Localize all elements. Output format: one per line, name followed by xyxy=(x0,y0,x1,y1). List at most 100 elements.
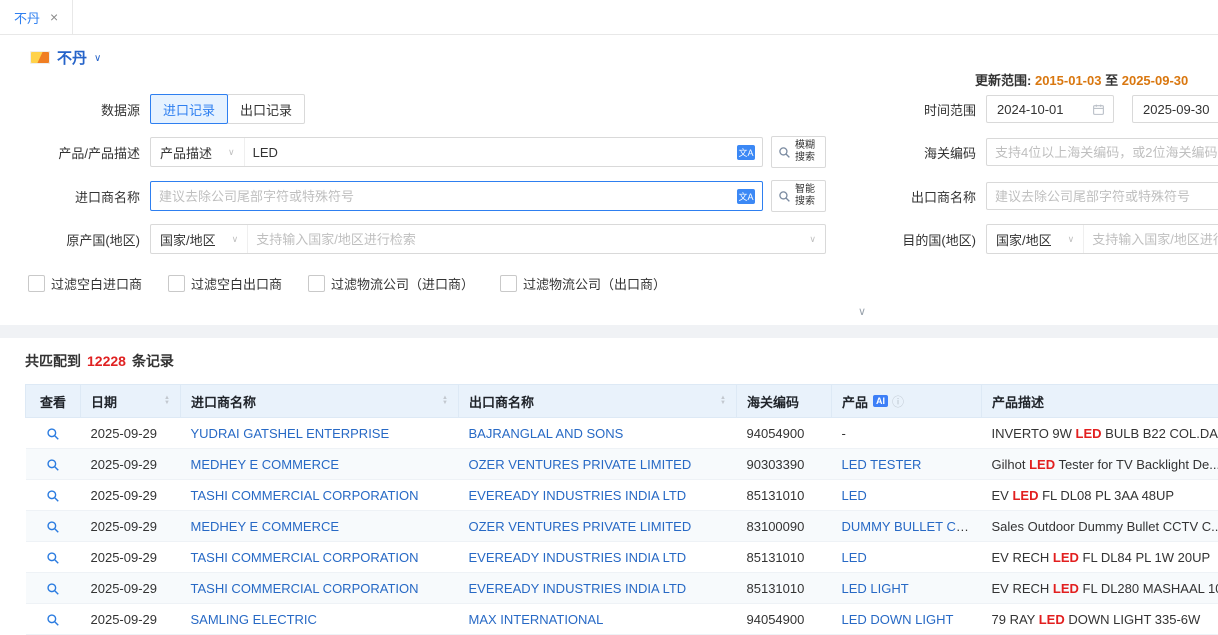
checkbox-icon[interactable] xyxy=(168,275,185,292)
smart-search-button[interactable]: 智能搜索 xyxy=(771,180,826,212)
cell-importer: TASHI COMMERCIAL CORPORATION xyxy=(181,542,459,573)
destination-combo: 国家/地区 ∨ xyxy=(986,224,1218,254)
view-row-button[interactable] xyxy=(46,613,60,627)
date-from-box[interactable] xyxy=(986,95,1114,123)
exporter-link[interactable]: EVEREADY INDUSTRIES INDIA LTD xyxy=(469,488,687,503)
product-link[interactable]: LED xyxy=(842,488,867,503)
origin-type-select[interactable]: 国家/地区 ∨ xyxy=(151,225,248,253)
filter-row-1: 数据源 进口记录 出口记录 时间范围 xyxy=(0,94,1218,124)
exporter-link[interactable]: EVEREADY INDUSTRIES INDIA LTD xyxy=(469,550,687,565)
cell-exporter: EVEREADY INDUSTRIES INDIA LTD xyxy=(459,542,737,573)
filter-logistics-exporter-checkbox[interactable]: 过滤物流公司（出口商） xyxy=(500,274,666,293)
exporter-name-input[interactable] xyxy=(986,182,1218,210)
col-label: 产品描述 xyxy=(992,395,1044,410)
sort-icons[interactable]: ▲▼ xyxy=(164,396,170,407)
importer-name-input[interactable] xyxy=(151,189,737,204)
exporter-link[interactable]: MAX INTERNATIONAL xyxy=(469,612,604,627)
view-row-button[interactable] xyxy=(46,551,60,565)
bhutan-flag-icon xyxy=(30,51,50,64)
product-link[interactable]: LED LIGHT xyxy=(842,581,909,596)
cell-date: 2025-09-29 xyxy=(81,542,181,573)
tab-close-icon[interactable]: × xyxy=(50,10,58,24)
importer-combo: 文A xyxy=(150,181,763,211)
exporter-link[interactable]: OZER VENTURES PRIVATE LIMITED xyxy=(469,519,692,534)
importer-link[interactable]: TASHI COMMERCIAL CORPORATION xyxy=(191,550,419,565)
importer-link[interactable]: YUDRAI GATSHEL ENTERPRISE xyxy=(191,426,390,441)
description-post: FL DL84 PL 1W 20UP xyxy=(1079,550,1210,565)
filter-row-2: 产品/产品描述 产品描述 ∨ 文A 模糊搜索 海关编码 xyxy=(0,136,1218,168)
translate-icon[interactable]: 文A xyxy=(737,189,755,204)
data-source-toggle-group: 进口记录 出口记录 xyxy=(150,94,826,124)
exporter-link[interactable]: BAJRANGLAL AND SONS xyxy=(469,426,624,441)
fuzzy-search-button[interactable]: 模糊搜索 xyxy=(771,136,826,168)
filter-blank-importer-checkbox[interactable]: 过滤空白进口商 xyxy=(28,274,142,293)
view-row-button[interactable] xyxy=(46,427,60,441)
checkbox-icon[interactable] xyxy=(28,275,45,292)
description-pre: INVERTO 9W xyxy=(992,426,1076,441)
importer-link[interactable]: MEDHEY E COMMERCE xyxy=(191,457,340,472)
update-range-to: 2025-09-30 xyxy=(1122,73,1189,88)
checkbox-icon[interactable] xyxy=(308,275,325,292)
update-range-label: 更新范围: xyxy=(975,73,1031,88)
description-pre: Sales Outdoor Dummy Bullet CCTV C... xyxy=(992,519,1218,534)
importer-link[interactable]: MEDHEY E COMMERCE xyxy=(191,519,340,534)
product-link[interactable]: LED xyxy=(842,550,867,565)
magnifier-icon xyxy=(46,613,60,627)
product-link[interactable]: LED DOWN LIGHT xyxy=(842,612,954,627)
filter-logistics-importer-checkbox[interactable]: 过滤物流公司（进口商） xyxy=(308,274,474,293)
description-highlight: LED xyxy=(1053,550,1079,565)
product-link[interactable]: DUMMY BULLET CCTV... xyxy=(842,519,982,534)
customs-code-input[interactable] xyxy=(986,138,1218,166)
col-label: 查看 xyxy=(40,395,66,410)
destination-type-select[interactable]: 国家/地区 ∨ xyxy=(987,225,1084,253)
translate-icon[interactable]: 文A xyxy=(737,145,755,160)
cell-description: EV LED FL DL08 PL 3AA 48UP xyxy=(982,480,1218,511)
checkbox-label: 过滤空白进口商 xyxy=(51,274,142,293)
filter-checkboxes: 过滤空白进口商 过滤空白出口商 过滤物流公司（进口商） 过滤物流公司（出口商） xyxy=(28,274,1218,293)
description-post: FL DL08 PL 3AA 48UP xyxy=(1038,488,1174,503)
sort-desc-icon[interactable]: ▼ xyxy=(720,401,726,406)
collapse-panel-button[interactable]: ∨ xyxy=(838,303,886,319)
sort-desc-icon[interactable]: ▼ xyxy=(442,401,448,406)
exporter-link[interactable]: OZER VENTURES PRIVATE LIMITED xyxy=(469,457,692,472)
magnifier-icon xyxy=(46,489,60,503)
description-post: Tester for TV Backlight De... xyxy=(1055,457,1218,472)
export-records-toggle[interactable]: 出口记录 xyxy=(227,94,305,124)
ai-badge: AI xyxy=(873,395,888,407)
exporter-field xyxy=(986,182,1218,210)
description-highlight: LED xyxy=(1039,612,1065,627)
country-chevron-down-icon[interactable]: ∨ xyxy=(94,53,101,64)
sort-icons[interactable]: ▲▼ xyxy=(720,396,726,407)
col-label: 产品 xyxy=(842,392,868,411)
magnifier-icon xyxy=(46,551,60,565)
view-row-button[interactable] xyxy=(46,458,60,472)
date-from-input[interactable] xyxy=(995,101,1086,118)
col-exporter[interactable]: 出口商名称 ▲▼ xyxy=(459,385,737,418)
filter-blank-exporter-checkbox[interactable]: 过滤空白出口商 xyxy=(168,274,282,293)
importer-label: 进口商名称 xyxy=(0,187,150,206)
product-link[interactable]: LED TESTER xyxy=(842,457,922,472)
sort-icons[interactable]: ▲▼ xyxy=(442,396,448,407)
view-row-button[interactable] xyxy=(46,520,60,534)
destination-country-input[interactable] xyxy=(1084,232,1218,247)
importer-link[interactable]: TASHI COMMERCIAL CORPORATION xyxy=(191,488,419,503)
product-type-select[interactable]: 产品描述 ∨ xyxy=(151,138,245,166)
cell-importer: SAMLING ELECTRIC xyxy=(181,604,459,635)
date-to-input[interactable] xyxy=(1141,101,1218,118)
cell-view xyxy=(26,449,81,480)
sort-desc-icon[interactable]: ▼ xyxy=(164,401,170,406)
import-records-toggle[interactable]: 进口记录 xyxy=(150,94,228,124)
exporter-link[interactable]: EVEREADY INDUSTRIES INDIA LTD xyxy=(469,581,687,596)
origin-country-input[interactable] xyxy=(248,232,809,247)
col-date[interactable]: 日期 ▲▼ xyxy=(81,385,181,418)
col-importer[interactable]: 进口商名称 ▲▼ xyxy=(181,385,459,418)
importer-link[interactable]: SAMLING ELECTRIC xyxy=(191,612,317,627)
product-search-input[interactable] xyxy=(245,145,737,160)
view-row-button[interactable] xyxy=(46,489,60,503)
view-row-button[interactable] xyxy=(46,582,60,596)
importer-link[interactable]: TASHI COMMERCIAL CORPORATION xyxy=(191,581,419,596)
date-to-box[interactable] xyxy=(1132,95,1218,123)
checkbox-icon[interactable] xyxy=(500,275,517,292)
info-icon[interactable]: ⓘ xyxy=(892,393,904,410)
tab-bhutan[interactable]: 不丹 × xyxy=(0,0,73,34)
